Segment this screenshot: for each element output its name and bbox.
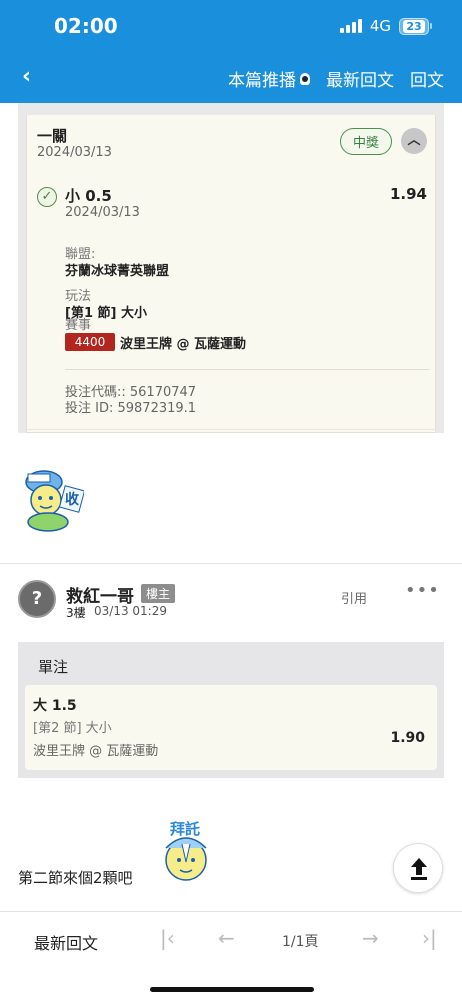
check-icon: ✓	[37, 187, 57, 207]
bet-id: 投注 ID: 59872319.1	[65, 401, 197, 416]
network-label: 4G	[369, 17, 391, 35]
single-bet-title: 單注	[38, 658, 69, 676]
single-bet-odds: 1.90	[390, 730, 425, 746]
more-options-icon[interactable]: •••	[405, 580, 440, 601]
cartoon-sticker: 收	[18, 466, 86, 536]
back-button[interactable]: ‹	[22, 64, 31, 89]
single-bet-period: [第2 節] 大小	[33, 721, 112, 736]
latest-reply-label: 最新回文	[326, 71, 394, 91]
quote-button[interactable]: 引用	[341, 588, 367, 607]
prev-page-icon[interactable]: ←	[218, 926, 235, 950]
nav-actions: 本篇推播 最新回文 回文	[228, 66, 444, 91]
single-bet-event: 波里王牌 @ 瓦薩運動	[33, 744, 159, 759]
post-time: 03/13 01:29	[94, 604, 167, 618]
pray-sticker: 拜託	[152, 818, 218, 886]
bottom-bar: 最新回文 |‹ ← 1/1頁 → ›|	[0, 911, 462, 1000]
parlay-date: 2024/03/13	[37, 145, 112, 160]
parlay-title: 一關	[37, 127, 68, 145]
event-label: 賽事	[65, 318, 92, 333]
battery-icon: 23	[399, 17, 432, 35]
league-value: 芬蘭冰球菁英聯盟	[65, 264, 170, 279]
signal-icon	[339, 19, 362, 33]
sticker-text-2: 拜託	[170, 820, 200, 838]
single-bet-card: 大 1.5 [第2 節] 大小 波里王牌 @ 瓦薩運動 1.90	[25, 685, 437, 770]
page-indicator[interactable]: 1/1頁	[282, 931, 319, 951]
bet-odds: 1.94	[389, 185, 427, 203]
post-comment: 第二節來個2顆吧	[18, 869, 133, 887]
recommend-button[interactable]: 本篇推播	[228, 66, 310, 91]
bet-card: 一關 2024/03/13 中獎 ︿ ✓ 小 0.5 1.94 2024/03/…	[18, 103, 444, 433]
post-floor: 3樓	[66, 606, 86, 620]
nav-row: ‹ 本篇推播 最新回文 回文	[0, 60, 462, 94]
top-bar: 02:00 4G 23 ‹ 本篇推播 最新回文 回文	[0, 0, 462, 103]
single-bet-pick: 大 1.5	[33, 698, 77, 714]
single-bet-block: 單注 大 1.5 [第2 節] 大小 波里王牌 @ 瓦薩運動 1.90	[18, 642, 444, 778]
card-bottom-line	[27, 429, 437, 430]
first-page-icon[interactable]: |‹	[160, 926, 175, 950]
bet-pick-date: 2024/03/13	[65, 205, 140, 220]
win-badge: 中獎	[340, 128, 393, 155]
status-indicators: 4G 23	[339, 17, 432, 35]
owner-badge: 樓主	[141, 584, 176, 603]
collapse-button[interactable]: ︿	[401, 128, 427, 154]
event-name: 波里王牌 @ 瓦薩運動	[120, 337, 247, 352]
chevron-up-icon: ︿	[407, 133, 421, 148]
reply-label: 回文	[410, 71, 444, 91]
recommend-label: 本篇推播	[228, 71, 296, 91]
latest-reply-button[interactable]: 最新回文	[326, 66, 394, 91]
bet-pick: 小 0.5	[65, 187, 112, 205]
sticker-image: 收	[25, 470, 86, 532]
event-id-badge: 4400	[65, 333, 115, 351]
home-indicator	[150, 987, 314, 992]
sticker-text: 收	[65, 491, 80, 508]
latest-reply-tab[interactable]: 最新回文	[34, 930, 98, 954]
lightbulb-icon	[300, 72, 310, 85]
avatar[interactable]: ?	[18, 580, 56, 618]
status-time: 02:00	[54, 14, 118, 38]
scroll-top-button[interactable]	[393, 843, 443, 893]
next-page-icon[interactable]: →	[362, 926, 379, 950]
sticker-image-2: 拜託	[165, 820, 207, 881]
bet-card-inner: 一關 2024/03/13 中獎 ︿ ✓ 小 0.5 1.94 2024/03/…	[26, 115, 437, 433]
divider	[65, 369, 429, 370]
upload-icon	[411, 858, 427, 880]
post-separator	[0, 563, 462, 564]
last-page-icon[interactable]: ›|	[422, 926, 437, 950]
reply-button[interactable]: 回文	[410, 66, 444, 91]
battery-level: 23	[403, 19, 425, 33]
